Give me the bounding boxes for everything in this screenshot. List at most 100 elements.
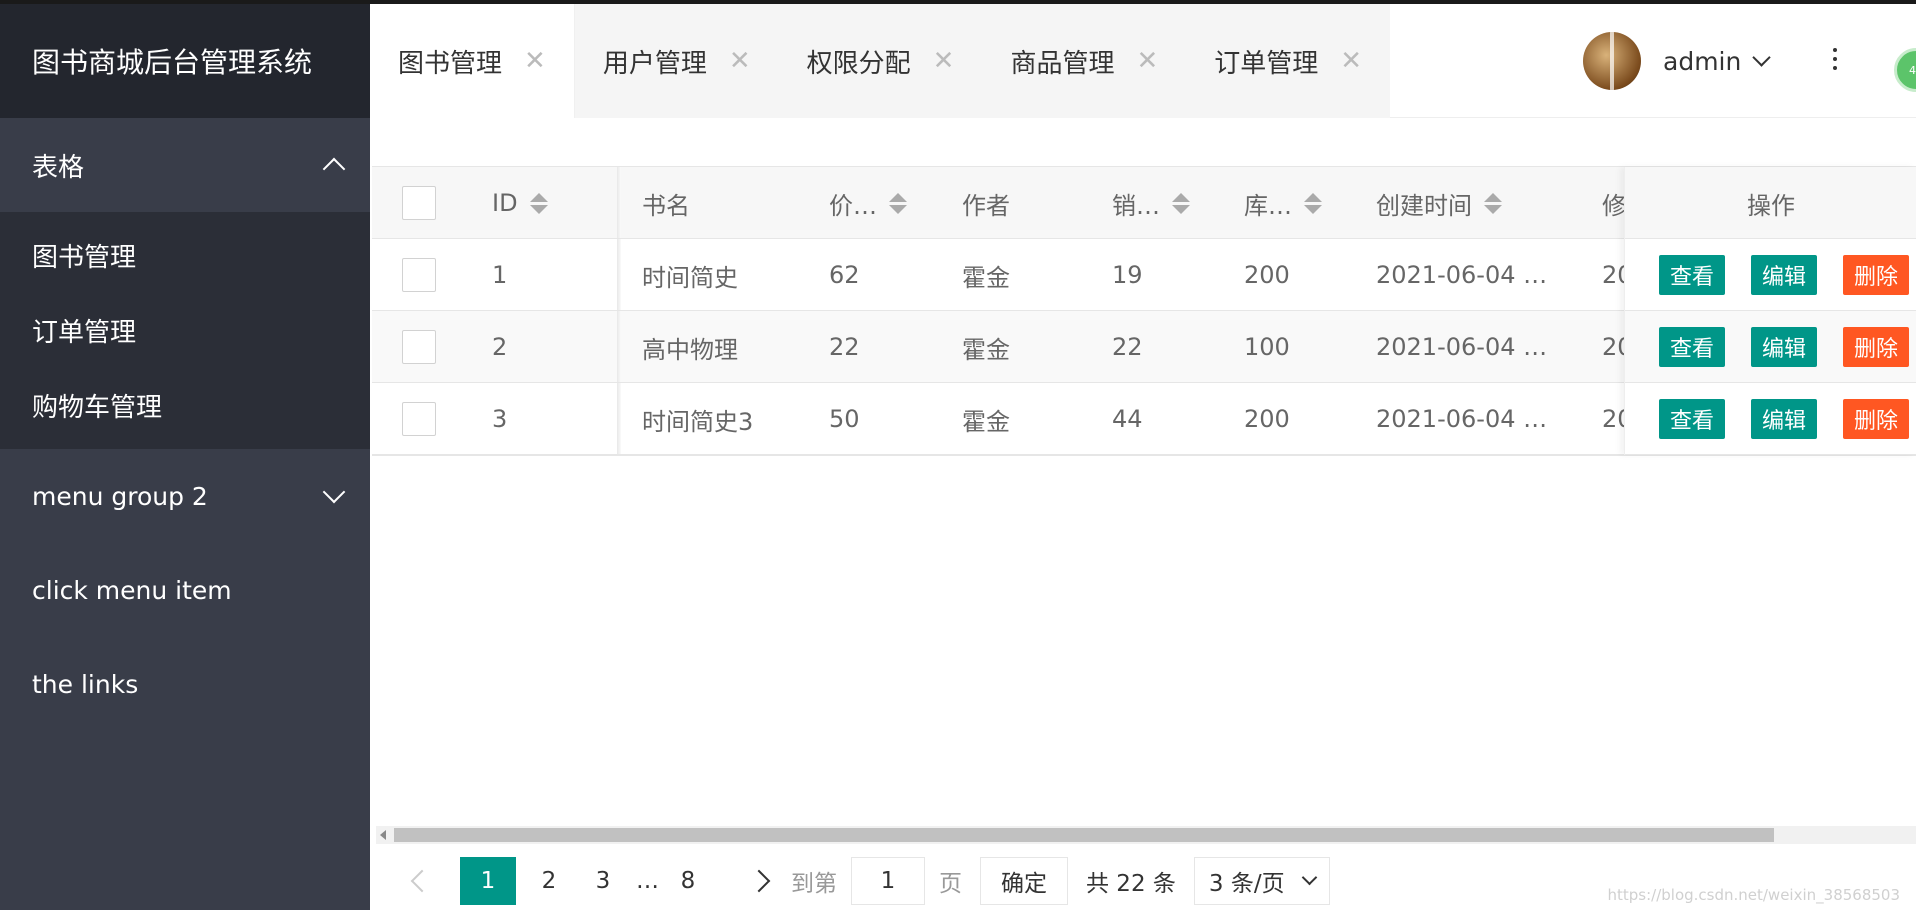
column-header-id[interactable]: ID	[492, 167, 548, 239]
operations-row: 查看 编辑 删除	[1625, 383, 1916, 455]
cell-author: 霍金	[962, 407, 1010, 436]
select-all-checkbox[interactable]	[402, 186, 436, 220]
column-header-sales[interactable]: 销…	[1112, 167, 1190, 239]
view-button[interactable]: 查看	[1659, 399, 1726, 439]
menu-group-table-label: 表格	[32, 152, 85, 183]
avatar[interactable]	[1583, 32, 1641, 90]
close-icon[interactable]: ✕	[729, 46, 751, 76]
page-button[interactable]: 2	[528, 857, 570, 905]
edit-button[interactable]: 编辑	[1751, 327, 1818, 367]
username[interactable]: admin	[1663, 47, 1741, 76]
sort-icon[interactable]	[889, 192, 907, 214]
cell-id: 1	[492, 261, 508, 289]
row-checkbox[interactable]	[402, 330, 436, 364]
sidebar-item-links[interactable]: the links	[0, 637, 370, 731]
close-icon[interactable]: ✕	[1136, 46, 1158, 76]
pagination: 1 2 3 … 8 到第 1 页 确定 共 22 条 3 条/页	[406, 856, 1330, 906]
goto-confirm-button[interactable]: 确定	[980, 857, 1068, 905]
close-icon[interactable]: ✕	[933, 46, 955, 76]
column-header-ops: 操作	[1747, 191, 1795, 220]
menu-group-table[interactable]: 表格	[0, 118, 370, 212]
sidebar-item-cart-management[interactable]: 购物车管理	[0, 368, 370, 443]
edit-button[interactable]: 编辑	[1751, 255, 1818, 295]
cell-stock: 200	[1244, 405, 1290, 433]
delete-button[interactable]: 删除	[1843, 255, 1910, 295]
page-size-value: 3 条/页	[1208, 871, 1285, 897]
user-menu[interactable]: admin	[1583, 4, 1772, 118]
fixed-column-divider	[617, 239, 621, 310]
tab-permission[interactable]: 权限分配 ✕	[778, 4, 983, 118]
fixed-column-divider	[617, 167, 621, 238]
row-checkbox[interactable]	[402, 258, 436, 292]
delete-button[interactable]: 删除	[1843, 399, 1910, 439]
column-header-price[interactable]: 价…	[829, 167, 907, 239]
goto-page-input[interactable]: 1	[851, 857, 925, 905]
tab-label: 商品管理	[1010, 48, 1115, 79]
menu-group-2-label: menu group 2	[32, 481, 208, 511]
operations-row: 查看 编辑 删除	[1625, 311, 1916, 383]
cell-id: 2	[492, 333, 508, 361]
sidebar-item-book-management[interactable]: 图书管理	[0, 218, 370, 293]
edit-button[interactable]: 编辑	[1751, 399, 1818, 439]
scrollbar-thumb[interactable]	[394, 828, 1774, 842]
chevron-down-icon[interactable]	[1752, 47, 1772, 67]
next-page-icon[interactable]	[747, 869, 771, 893]
page-button[interactable]: 3	[582, 857, 624, 905]
column-header-created[interactable]: 创建时间	[1376, 167, 1502, 239]
goto-label: 到第	[791, 871, 837, 897]
tab-product-management[interactable]: 商品管理 ✕	[982, 4, 1187, 118]
data-table: ID 书名 价… 作者 销… 库… 创建时间 修 1 时间简史 62 霍金 19…	[372, 166, 1916, 456]
prev-page-icon[interactable]	[410, 869, 434, 893]
cell-author: 霍金	[962, 335, 1010, 364]
page-button-last[interactable]: 8	[667, 857, 709, 905]
sidebar-item-order-management[interactable]: 订单管理	[0, 293, 370, 368]
tab-order-management[interactable]: 订单管理 ✕	[1186, 4, 1391, 118]
app-logo-title: 图书商城后台管理系统	[0, 4, 370, 118]
cell-author: 霍金	[962, 263, 1010, 292]
row-checkbox[interactable]	[402, 402, 436, 436]
sort-icon[interactable]	[529, 192, 548, 214]
page-button-current[interactable]: 1	[460, 857, 516, 905]
scroll-left-arrow-icon[interactable]	[380, 830, 386, 840]
total-count: 共 22 条	[1086, 871, 1176, 897]
tab-label: 用户管理	[602, 48, 707, 79]
tab-book-management[interactable]: 图书管理 ✕	[370, 4, 575, 118]
more-vertical-icon[interactable]	[1820, 44, 1850, 74]
main-content: ID 书名 价… 作者 销… 库… 创建时间 修 1 时间简史 62 霍金 19…	[370, 118, 1916, 910]
cell-price: 62	[829, 261, 860, 289]
floating-badge[interactable]: 48	[1894, 48, 1916, 92]
tab-label: 权限分配	[806, 48, 911, 79]
page-ellipsis: …	[636, 868, 659, 894]
sort-icon[interactable]	[1484, 192, 1502, 214]
tab-user-management[interactable]: 用户管理 ✕	[574, 4, 779, 118]
top-header: 图书管理 ✕ 用户管理 ✕ 权限分配 ✕ 商品管理 ✕ 订单管理 ✕ admin	[370, 4, 1916, 118]
cell-sales: 19	[1112, 261, 1143, 289]
cell-name: 高中物理	[642, 335, 738, 364]
sort-icon[interactable]	[1304, 192, 1322, 214]
delete-button[interactable]: 删除	[1843, 327, 1910, 367]
watermark: https://blog.csdn.net/weixin_38568503	[1607, 886, 1900, 904]
sort-icon[interactable]	[1172, 192, 1190, 214]
cell-stock: 200	[1244, 261, 1290, 289]
chevron-down-icon	[322, 480, 346, 504]
cell-sales: 22	[1112, 333, 1143, 361]
close-icon[interactable]: ✕	[1340, 46, 1362, 76]
column-header-stock[interactable]: 库…	[1244, 167, 1322, 239]
sidebar: 图书商城后台管理系统 表格 图书管理 订单管理 购物车管理 menu group…	[0, 4, 370, 910]
cell-stock: 100	[1244, 333, 1290, 361]
view-button[interactable]: 查看	[1659, 327, 1726, 367]
cell-name: 时间简史3	[642, 407, 754, 436]
view-button[interactable]: 查看	[1659, 255, 1726, 295]
horizontal-scrollbar[interactable]	[376, 826, 1916, 844]
cell-sales: 44	[1112, 405, 1143, 433]
close-icon[interactable]: ✕	[524, 46, 546, 76]
page-size-select[interactable]: 3 条/页	[1193, 857, 1330, 905]
operations-column: 操作 查看 编辑 删除 查看 编辑 删除 查看 编辑 删除	[1624, 167, 1916, 455]
menu-group-2[interactable]: menu group 2	[0, 449, 370, 543]
fixed-column-divider	[617, 311, 621, 382]
cell-created: 2021-06-04 …	[1376, 261, 1548, 289]
cell-price: 50	[829, 405, 860, 433]
sidebar-item-click-menu[interactable]: click menu item	[0, 543, 370, 637]
chevron-up-icon	[322, 157, 346, 181]
chevron-down-icon	[1301, 869, 1318, 885]
